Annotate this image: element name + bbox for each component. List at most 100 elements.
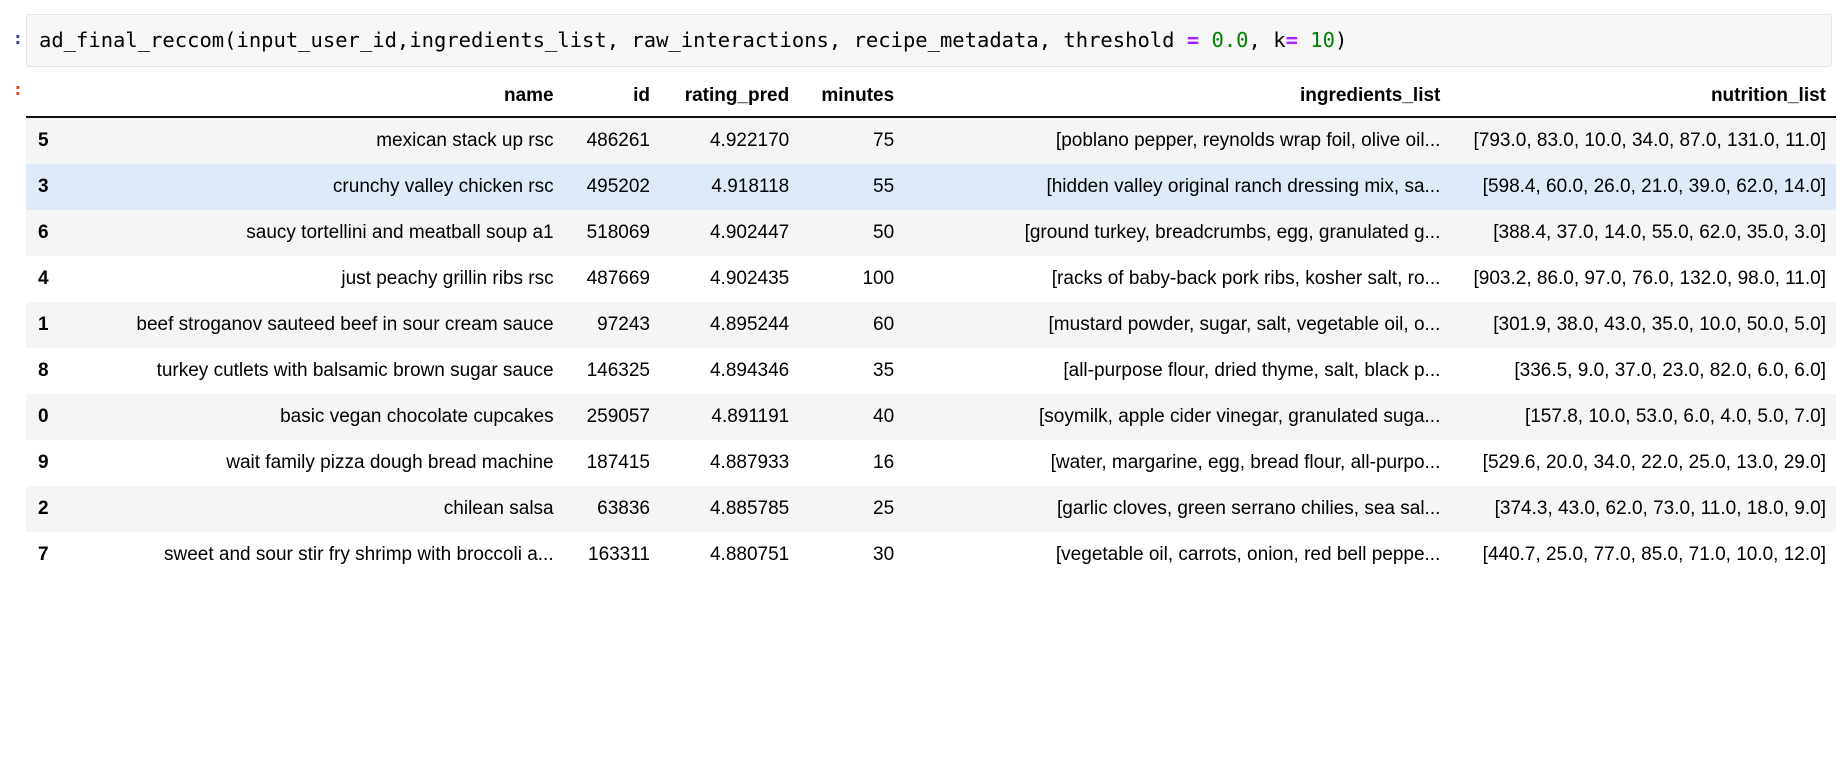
code-token-operator: = xyxy=(1186,28,1200,52)
cell-name: just peachy grillin ribs rsc xyxy=(341,268,554,289)
cell-nutrition-list: [440.7, 25.0, 77.0, 85.0, 71.0, 10.0, 12… xyxy=(1482,544,1826,565)
input-prompt-label: : xyxy=(12,29,23,49)
cell-rating-pred: 4.894346 xyxy=(709,360,790,381)
cell-nutrition-list: [336.5, 9.0, 37.0, 23.0, 82.0, 6.0, 6.0] xyxy=(1514,360,1826,381)
cell-ingredients-list: [poblano pepper, reynolds wrap foil, oli… xyxy=(1055,130,1441,151)
table-row: 2 chilean salsa 63836 4.885785 25 [garlic clo… xyxy=(26,486,1836,532)
cell-nutrition-list: [374.3, 43.0, 62.0, 73.0, 11.0, 18.0, 9.… xyxy=(1494,498,1826,519)
cell-minutes: 16 xyxy=(873,452,895,473)
table-row: 3 crunchy valley chicken rsc 495202 4.91811… xyxy=(26,164,1836,210)
cell-nutrition-list: [157.8, 10.0, 53.0, 6.0, 4.0, 5.0, 7.0] xyxy=(1524,406,1826,427)
column-header-rating-pred: rating_pred xyxy=(660,79,800,118)
cell-minutes: 25 xyxy=(873,498,895,519)
table-row: 8 turkey cutlets with balsamic brown suga… xyxy=(26,348,1836,394)
column-header-ingredients-list: ingredients_list xyxy=(904,79,1451,118)
cell-nutrition-list: [598.4, 60.0, 26.0, 21.0, 39.0, 62.0, 14… xyxy=(1482,176,1826,197)
cell-id: 63836 xyxy=(597,498,650,519)
cell-id: 187415 xyxy=(586,452,650,473)
cell-id: 487669 xyxy=(586,268,650,289)
cell-rating-pred: 4.922170 xyxy=(709,130,790,151)
cell-minutes: 30 xyxy=(873,544,895,565)
table-header-row: name id rating_pred minutes ingredients_… xyxy=(26,79,1836,118)
output-prompt-label: : xyxy=(12,80,23,100)
cell-name: saucy tortellini and meatball soup a1 xyxy=(246,222,554,243)
row-index: 3 xyxy=(38,176,49,197)
cell-name: turkey cutlets with balsamic brown sugar… xyxy=(156,360,554,381)
row-index: 0 xyxy=(38,406,49,427)
row-index: 4 xyxy=(38,268,49,289)
row-index: 7 xyxy=(38,544,49,565)
cell-rating-pred: 4.895244 xyxy=(709,314,790,335)
row-index: 1 xyxy=(38,314,49,335)
table-row: 4 just peachy grillin ribs rsc 487669 4.902… xyxy=(26,256,1836,302)
cell-ingredients-list: [all-purpose flour, dried thyme, salt, b… xyxy=(1063,360,1441,381)
cell-rating-pred: 4.880751 xyxy=(709,544,790,565)
cell-ingredients-list: [hidden valley original ranch dressing m… xyxy=(1046,176,1441,197)
cell-ingredients-list: [racks of baby-back pork ribs, kosher sa… xyxy=(1051,268,1441,289)
cell-id: 486261 xyxy=(586,130,650,151)
cell-rating-pred: 4.902447 xyxy=(709,222,790,243)
cell-rating-pred: 4.885785 xyxy=(709,498,790,519)
code-token-text: , k xyxy=(1248,28,1286,52)
code-line[interactable]: ad_final_reccom(input_user_id,ingredient… xyxy=(39,26,1819,54)
cell-minutes: 60 xyxy=(873,314,895,335)
row-index: 8 xyxy=(38,360,49,381)
column-header-index xyxy=(26,79,82,118)
row-index: 9 xyxy=(38,452,49,473)
cell-minutes: 40 xyxy=(873,406,895,427)
row-index: 5 xyxy=(38,130,49,151)
table-body: 5 mexican stack up rsc 486261 4.922170 75 [po… xyxy=(26,117,1836,578)
row-index: 6 xyxy=(38,222,49,243)
cell-minutes: 50 xyxy=(873,222,895,243)
cell-minutes: 100 xyxy=(862,268,895,289)
row-index: 2 xyxy=(38,498,49,519)
cell-nutrition-list: [793.0, 83.0, 10.0, 34.0, 87.0, 131.0, 1… xyxy=(1473,130,1826,151)
cell-name: wait family pizza dough bread machine xyxy=(226,452,554,473)
cell-ingredients-list: [ground turkey, breadcrumbs, egg, granul… xyxy=(1024,222,1441,243)
cell-name: basic vegan chocolate cupcakes xyxy=(280,406,554,427)
code-token-number: 0.0 xyxy=(1211,28,1249,52)
cell-id: 146325 xyxy=(586,360,650,381)
cell-ingredients-list: [vegetable oil, carrots, onion, red bell… xyxy=(1055,544,1441,565)
cell-id: 97243 xyxy=(597,314,650,335)
cell-rating-pred: 4.902435 xyxy=(709,268,790,289)
table-row: 0 basic vegan chocolate cupcakes 259057 4.8… xyxy=(26,394,1836,440)
cell-rating-pred: 4.887933 xyxy=(709,452,790,473)
table-row: 5 mexican stack up rsc 486261 4.922170 75 [po… xyxy=(26,117,1836,164)
table-row: 9 wait family pizza dough bread machine 18… xyxy=(26,440,1836,486)
cell-nutrition-list: [903.2, 86.0, 97.0, 76.0, 132.0, 98.0, 1… xyxy=(1473,268,1826,289)
table-row: 7 sweet and sour stir fry shrimp with bro… xyxy=(26,532,1836,578)
column-header-nutrition-list: nutrition_list xyxy=(1450,79,1836,118)
cell-minutes: 55 xyxy=(873,176,895,197)
cell-nutrition-list: [529.6, 20.0, 34.0, 22.0, 25.0, 13.0, 29… xyxy=(1482,452,1826,473)
cell-id: 259057 xyxy=(586,406,650,427)
code-cell[interactable]: : ad_final_reccom(input_user_id,ingredie… xyxy=(0,0,1842,67)
column-header-name: name xyxy=(81,79,564,118)
cell-name: crunchy valley chicken rsc xyxy=(332,176,554,197)
code-editor[interactable]: ad_final_reccom(input_user_id,ingredient… xyxy=(26,14,1832,67)
cell-id: 163311 xyxy=(588,544,650,565)
code-token-text: ad_final_reccom(input_user_id,ingredient… xyxy=(39,28,1187,52)
cell-name: mexican stack up rsc xyxy=(376,130,554,151)
column-header-minutes: minutes xyxy=(799,79,905,118)
column-header-id: id xyxy=(563,79,660,118)
cell-rating-pred: 4.918118 xyxy=(711,176,790,197)
table-row: 6 saucy tortellini and meatball soup a1 51… xyxy=(26,210,1836,256)
cell-rating-pred: 4.891191 xyxy=(711,406,790,427)
cell-ingredients-list: [mustard powder, sugar, salt, vegetable … xyxy=(1048,314,1441,335)
dataframe-table: name id rating_pred minutes ingredients_… xyxy=(26,79,1836,578)
table-header: name id rating_pred minutes ingredients_… xyxy=(26,79,1836,118)
output-cell: : name id rating_pred minutes ingredient… xyxy=(0,67,1842,578)
code-token-text: ) xyxy=(1334,28,1348,52)
cell-minutes: 35 xyxy=(873,360,895,381)
cell-nutrition-list: [388.4, 37.0, 14.0, 55.0, 62.0, 35.0, 3.… xyxy=(1493,222,1826,243)
cell-nutrition-list: [301.9, 38.0, 43.0, 35.0, 10.0, 50.0, 5.… xyxy=(1493,314,1826,335)
cell-ingredients-list: [water, margarine, egg, bread flour, all… xyxy=(1050,452,1441,473)
code-token-operator: = xyxy=(1285,28,1298,52)
dataframe-output: name id rating_pred minutes ingredients_… xyxy=(26,79,1842,578)
cell-ingredients-list: [soymilk, apple cider vinegar, granulate… xyxy=(1039,406,1441,427)
cell-name: chilean salsa xyxy=(443,498,554,519)
cell-name: beef stroganov sauteed beef in sour crea… xyxy=(136,314,554,335)
